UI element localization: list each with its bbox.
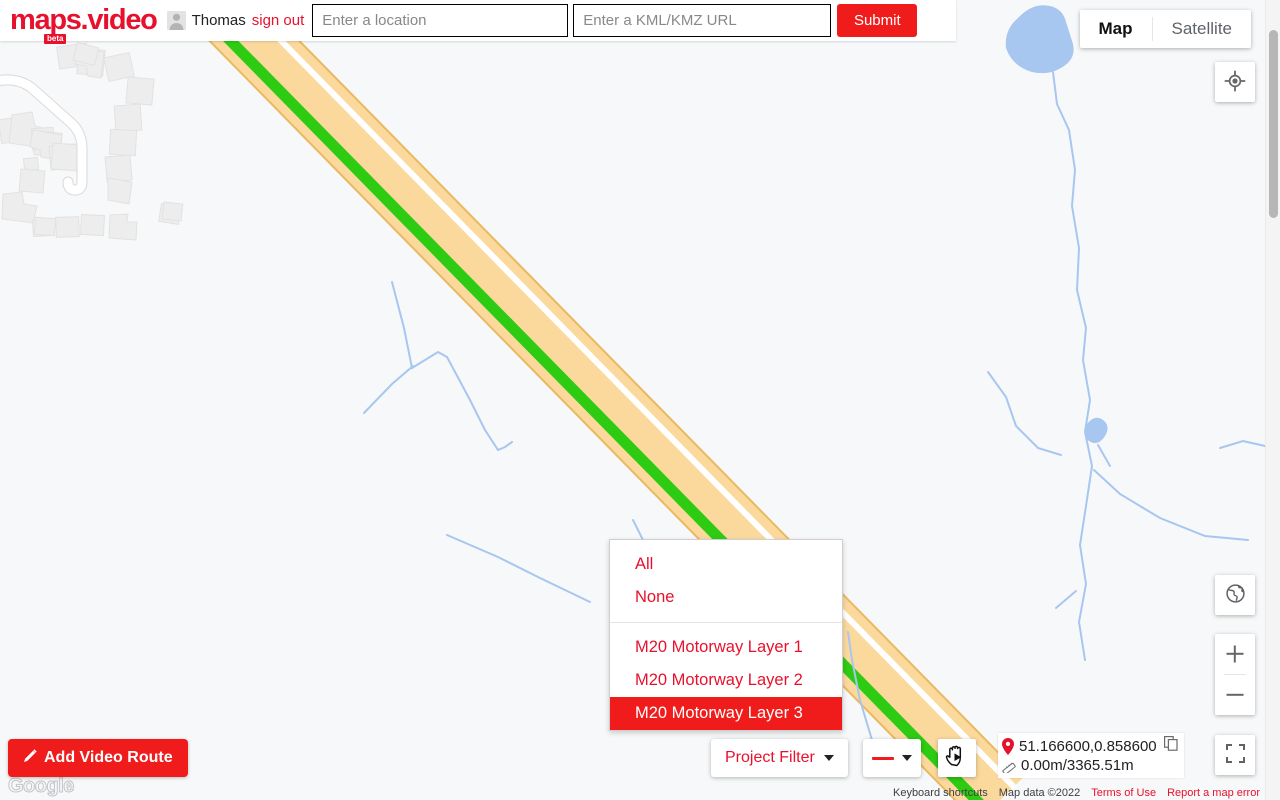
map-type-satellite-button[interactable]: Satellite (1152, 10, 1251, 48)
layer-menu-divider (610, 622, 842, 623)
submit-button[interactable]: Submit (837, 4, 918, 37)
app-root: Google maps.video beta Thomas sign out S… (0, 0, 1280, 800)
pencil-icon (23, 748, 37, 768)
add-video-route-button[interactable]: Add Video Route (8, 739, 188, 777)
coordinates-value: 51.166600,0.858600 (1019, 737, 1157, 755)
project-filter-button[interactable]: Project Filter (711, 739, 848, 777)
play-route-button[interactable] (938, 739, 976, 777)
layer-menu-layer-group: M20 Motorway Layer 1 M20 Motorway Layer … (610, 631, 842, 730)
app-header: maps.video beta Thomas sign out Submit (0, 0, 956, 44)
chevron-down-icon (823, 755, 834, 761)
sign-out-link[interactable]: sign out (252, 12, 305, 29)
map-attribution-bar: Keyboard shortcuts Map data ©2022 Terms … (893, 787, 1260, 799)
keyboard-shortcuts-link[interactable]: Keyboard shortcuts (893, 787, 988, 799)
page-scrollbar-thumb[interactable] (1269, 30, 1278, 218)
google-watermark: Google (8, 775, 75, 798)
report-map-error-link[interactable]: Report a map error (1167, 787, 1260, 799)
distance-row: 0.00m/3365.51m (1002, 756, 1178, 775)
project-filter-label: Project Filter (725, 749, 815, 766)
ruler-icon (1002, 759, 1016, 775)
globe-icon (1225, 583, 1246, 607)
app-logo[interactable]: maps.video beta (10, 4, 158, 44)
line-style-swatch (872, 756, 894, 760)
location-input[interactable] (312, 4, 569, 37)
logo-beta-badge: beta (44, 33, 67, 44)
fullscreen-icon (1225, 744, 1245, 766)
zoom-controls (1215, 634, 1255, 715)
coordinate-readout: 51.166600,0.858600 0.00m/3365.51m (998, 733, 1184, 778)
layer-menu-item-3[interactable]: M20 Motorway Layer 3 (610, 697, 842, 730)
chevron-down-icon (902, 755, 912, 761)
map-data-label: Map data ©2022 (998, 787, 1081, 799)
distance-value: 0.00m/3365.51m (1021, 757, 1134, 774)
my-location-button[interactable] (1215, 62, 1255, 102)
map-pin-icon (1002, 737, 1014, 755)
coordinate-row: 51.166600,0.858600 (1002, 736, 1178, 756)
layer-menu-item-all[interactable]: All (610, 548, 842, 581)
my-location-icon (1224, 69, 1246, 95)
zoom-in-button[interactable] (1215, 634, 1255, 674)
globe-view-button[interactable] (1215, 575, 1255, 615)
kml-url-input[interactable] (573, 4, 832, 37)
page-scrollbar[interactable] (1265, 0, 1280, 800)
layer-menu-item-none[interactable]: None (610, 581, 842, 614)
layer-dropdown-menu: All None M20 Motorway Layer 1 M20 Motorw… (609, 539, 843, 731)
terms-of-use-link[interactable]: Terms of Use (1091, 787, 1156, 799)
line-style-dropdown-button[interactable] (863, 739, 921, 777)
map-type-toggle: Map Satellite (1079, 10, 1251, 48)
user-avatar-icon (166, 11, 186, 30)
map-type-map-button[interactable]: Map (1079, 10, 1152, 48)
copy-icon[interactable] (1163, 736, 1178, 756)
zoom-out-button[interactable] (1215, 675, 1255, 715)
logo-text: maps.video (10, 4, 158, 36)
layer-menu-item-1[interactable]: M20 Motorway Layer 1 (610, 631, 842, 664)
hand-play-cursor-icon (944, 744, 970, 773)
fullscreen-button[interactable] (1215, 735, 1255, 775)
username-label: Thomas (191, 12, 246, 29)
add-video-route-label: Add Video Route (44, 749, 173, 766)
layer-menu-item-2[interactable]: M20 Motorway Layer 2 (610, 664, 842, 697)
